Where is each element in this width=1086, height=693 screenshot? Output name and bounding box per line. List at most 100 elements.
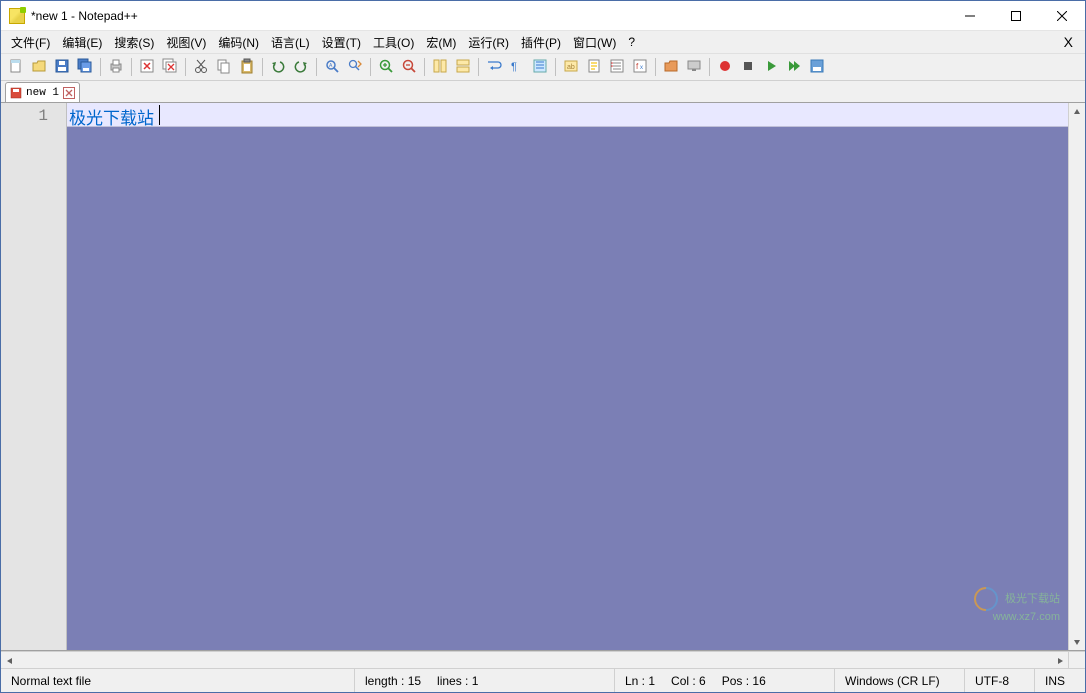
toolbar-separator [709,58,710,76]
toolbar-separator [131,58,132,76]
text-editor[interactable]: 极光下载站 极光下载站 www.xz7.com [67,103,1068,650]
menu-item-3[interactable]: 视图(V) [160,32,212,53]
play-button[interactable] [760,56,782,78]
play-multi-icon [786,58,802,77]
watermark-logo-icon [969,582,1003,616]
status-length-lines: length : 15 lines : 1 [355,669,615,692]
status-lines: lines : 1 [437,674,478,688]
zoom-in-button[interactable] [375,56,397,78]
scroll-right-button[interactable] [1051,652,1068,669]
hscroll-track[interactable] [18,652,1051,668]
save-button[interactable] [51,56,73,78]
tabbar: new 1 [1,81,1085,103]
status-eol[interactable]: Windows (CR LF) [835,669,965,692]
copy-button[interactable] [213,56,235,78]
zoom-out-icon [401,58,417,77]
paste-button[interactable] [236,56,258,78]
replace-icon [347,58,363,77]
folder-button[interactable] [660,56,682,78]
toolbar-separator [262,58,263,76]
lang-button[interactable]: ab [560,56,582,78]
all-chars-button[interactable]: ¶ [506,56,528,78]
toolbar-separator [316,58,317,76]
minimize-button[interactable] [947,1,993,31]
svg-text:x: x [640,65,643,71]
save-all-button[interactable] [74,56,96,78]
new-file-button[interactable] [5,56,27,78]
horizontal-scrollbar[interactable] [1,651,1068,668]
menu-item-6[interactable]: 设置(T) [316,32,367,53]
toolbar-separator [555,58,556,76]
status-encoding[interactable]: UTF-8 [965,669,1035,692]
svg-text:ab: ab [567,64,575,71]
save-macro-button[interactable] [806,56,828,78]
find-button[interactable]: A [321,56,343,78]
menu-item-0[interactable]: 文件(F) [5,32,56,53]
redo-icon [293,58,309,77]
svg-text:¶: ¶ [511,61,517,73]
print-button[interactable] [105,56,127,78]
menu-item-10[interactable]: 插件(P) [515,32,567,53]
status-ln: Ln : 1 [625,674,655,688]
sync-h-button[interactable] [452,56,474,78]
menu-item-4[interactable]: 编码(N) [212,32,265,53]
menu-item-11[interactable]: 窗口(W) [567,32,622,53]
redo-button[interactable] [290,56,312,78]
sync-v-button[interactable] [429,56,451,78]
play-multi-button[interactable] [783,56,805,78]
menubar: 文件(F)编辑(E)搜索(S)视图(V)编码(N)语言(L)设置(T)工具(O)… [1,31,1085,53]
save-macro-icon [809,58,825,77]
stop-button[interactable] [737,56,759,78]
current-line-highlight [67,103,1068,127]
status-position: Ln : 1 Col : 6 Pos : 16 [615,669,835,692]
menubar-close-x[interactable]: X [1056,34,1081,50]
replace-button[interactable] [344,56,366,78]
indent-guide-button[interactable] [529,56,551,78]
menu-item-7[interactable]: 工具(O) [367,32,420,53]
menu-item-5[interactable]: 语言(L) [265,32,316,53]
find-icon: A [324,58,340,77]
watermark: 极光下载站 www.xz7.com [974,587,1060,624]
menu-item-12[interactable]: ? [622,33,641,51]
window-controls [947,1,1085,31]
menu-item-1[interactable]: 编辑(E) [56,32,108,53]
scroll-up-button[interactable] [1069,103,1085,120]
scroll-down-button[interactable] [1069,633,1085,650]
undo-button[interactable] [267,56,289,78]
tab-close-button[interactable] [63,87,75,99]
close-all-button[interactable] [159,56,181,78]
all-chars-icon: ¶ [509,58,525,77]
menu-item-8[interactable]: 宏(M) [420,32,462,53]
unsaved-indicator-icon [10,87,22,99]
wrap-button[interactable] [483,56,505,78]
record-button[interactable] [714,56,736,78]
vertical-scrollbar[interactable] [1068,103,1085,650]
scroll-left-button[interactable] [1,652,18,669]
func-list-button[interactable]: fx [629,56,651,78]
menu-item-2[interactable]: 搜索(S) [108,32,160,53]
cut-button[interactable] [190,56,212,78]
toolbar-separator [478,58,479,76]
new-file-icon [8,58,24,77]
maximize-button[interactable] [993,1,1039,31]
close-button[interactable] [136,56,158,78]
monitor-button[interactable] [683,56,705,78]
menu-item-9[interactable]: 运行(R) [462,32,515,53]
lang-icon: ab [563,58,579,77]
status-pos: Pos : 16 [722,674,766,688]
statusbar: Normal text file length : 15 lines : 1 L… [1,668,1085,692]
doc-list-button[interactable] [606,56,628,78]
zoom-out-button[interactable] [398,56,420,78]
open-file-button[interactable] [28,56,50,78]
play-icon [763,58,779,77]
doc-map-button[interactable] [583,56,605,78]
scroll-track[interactable] [1069,120,1085,633]
status-col: Col : 6 [671,674,706,688]
wrap-icon [486,58,502,77]
tab-new-1[interactable]: new 1 [5,82,80,102]
close-button[interactable] [1039,1,1085,31]
hscroll-row [1,651,1085,668]
record-icon [717,58,733,77]
status-mode[interactable]: INS [1035,669,1085,692]
app-icon [9,8,25,24]
